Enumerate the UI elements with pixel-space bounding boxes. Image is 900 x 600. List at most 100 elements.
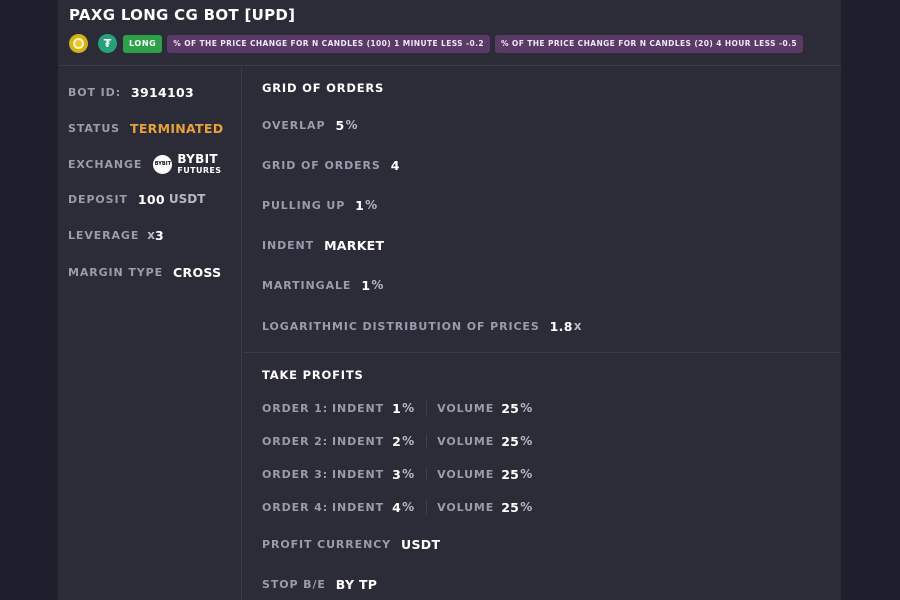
order-volume-label: VOLUME (437, 401, 495, 415)
order-indent-unit: % (402, 467, 415, 481)
take-profit-row: ORDER 2: INDENT 2 % VOLUME 25 % (262, 431, 532, 451)
order-indent-unit: % (402, 434, 415, 448)
leverage-row: LEVERAGE x 3 (68, 225, 164, 245)
order-indent-label: INDENT (332, 434, 385, 448)
usdt-coin-icon: ₮ (98, 34, 117, 53)
page-margin-right (841, 0, 900, 600)
order-label: ORDER 4: (262, 500, 329, 514)
order-separator (426, 434, 428, 448)
order-volume-value: 25 (501, 466, 520, 482)
stop-be-value: BY TP (335, 576, 378, 592)
log-distribution-label: LOGARITHMIC DISTRIBUTION OF PRICES (262, 319, 540, 333)
order-indent-unit: % (402, 500, 415, 514)
bot-id-label: BOT ID: (68, 85, 121, 99)
bot-tags: ₮ LONG % OF THE PRICE CHANGE FOR N CANDL… (69, 34, 803, 53)
status-label: STATUS (68, 121, 120, 135)
grid-orders-value: 4 (390, 157, 400, 173)
overlap-label: OVERLAP (262, 118, 326, 132)
condition-badge: % OF THE PRICE CHANGE FOR N CANDLES (100… (167, 34, 490, 53)
order-indent-label: INDENT (332, 401, 385, 415)
profit-currency-row: PROFIT CURRENCY USDT (262, 534, 440, 554)
pulling-up-row: PULLING UP 1 % (262, 195, 377, 215)
exchange-market-text: FUTURES (177, 166, 222, 175)
status-value: TERMINATED (130, 120, 224, 136)
take-profits-title: TAKE PROFITS (262, 368, 364, 382)
leverage-label: LEVERAGE (68, 228, 140, 242)
order-label: ORDER 2: (262, 434, 329, 448)
profit-currency-label: PROFIT CURRENCY (262, 537, 392, 551)
paxg-coin-icon (69, 34, 88, 53)
bot-id-row: BOT ID: 3914103 (68, 82, 194, 102)
order-volume-unit: % (520, 500, 533, 514)
order-volume-unit: % (520, 401, 533, 415)
martingale-row: MARTINGALE 1 % (262, 275, 383, 295)
order-indent-value: 1 (392, 400, 402, 416)
deposit-row: DEPOSIT 100 USDT (68, 189, 205, 209)
log-distribution-value: 1.8 (549, 318, 573, 334)
exchange-name: BYBIT FUTURES (177, 153, 221, 175)
margin-type-label: MARGIN TYPE (68, 265, 164, 279)
direction-badge: LONG (123, 34, 163, 53)
order-indent-value: 2 (392, 433, 402, 449)
order-indent-value: 3 (392, 466, 402, 482)
order-volume-label: VOLUME (437, 467, 495, 481)
order-indent-label: INDENT (332, 467, 385, 481)
settings-panel: GRID OF ORDERS OVERLAP 5 % GRID OF ORDER… (243, 67, 841, 600)
page-margin-left (0, 0, 58, 600)
order-volume-unit: % (520, 434, 533, 448)
martingale-value: 1 (361, 277, 371, 293)
martingale-unit: % (371, 278, 384, 292)
order-volume-unit: % (520, 467, 533, 481)
profit-currency-value: USDT (401, 536, 441, 552)
log-distribution-row: LOGARITHMIC DISTRIBUTION OF PRICES 1.8 x (262, 316, 581, 336)
bot-id-value: 3914103 (131, 84, 194, 100)
take-profit-row: ORDER 3: INDENT 3 % VOLUME 25 % (262, 464, 532, 484)
order-volume-label: VOLUME (437, 434, 495, 448)
pulling-up-label: PULLING UP (262, 198, 346, 212)
order-separator (426, 467, 428, 481)
exchange-label: EXCHANGE (68, 157, 143, 171)
deposit-unit: USDT (168, 192, 206, 206)
pulling-up-unit: % (365, 198, 378, 212)
exchange-name-text: BYBIT (177, 152, 218, 166)
log-distribution-unit: x (573, 319, 582, 333)
take-profit-row: ORDER 4: INDENT 4 % VOLUME 25 % (262, 497, 532, 517)
leverage-prefix: x (147, 228, 156, 242)
margin-type-row: MARGIN TYPE CROSS (68, 262, 221, 282)
grid-section-title: GRID OF ORDERS (262, 81, 385, 95)
bot-title: PAXG LONG CG BOT [UPD] (69, 6, 296, 24)
martingale-label: MARTINGALE (262, 278, 352, 292)
deposit-value: 100 (137, 191, 165, 207)
take-profit-row: ORDER 1: INDENT 1 % VOLUME 25 % (262, 398, 532, 418)
bybit-logo-icon: BYBIT (153, 154, 173, 174)
stop-be-row: STOP B/E BY TP (262, 574, 377, 594)
deposit-label: DEPOSIT (68, 192, 128, 206)
bot-info-panel: BOT ID: 3914103 STATUS TERMINATED EXCHAN… (58, 67, 242, 600)
overlap-value: 5 (335, 117, 345, 133)
exchange-row: EXCHANGE BYBIT BYBIT FUTURES (68, 153, 221, 175)
overlap-unit: % (345, 118, 358, 132)
grid-orders-row: GRID OF ORDERS 4 (262, 155, 400, 175)
order-indent-unit: % (402, 401, 415, 415)
order-volume-value: 25 (501, 499, 520, 515)
indent-label: INDENT (262, 238, 315, 252)
order-volume-value: 25 (501, 400, 520, 416)
order-indent-value: 4 (392, 499, 402, 515)
section-divider (243, 352, 841, 353)
overlap-row: OVERLAP 5 % (262, 115, 357, 135)
margin-type-value: CROSS (173, 264, 222, 280)
pulling-up-value: 1 (355, 197, 365, 213)
order-separator (426, 500, 428, 514)
bot-card: PAXG LONG CG BOT [UPD] ₮ LONG % OF THE P… (58, 0, 841, 600)
stop-be-label: STOP B/E (262, 577, 326, 591)
order-volume-label: VOLUME (437, 500, 495, 514)
status-row: STATUS TERMINATED (68, 118, 223, 138)
indent-row: INDENT MARKET (262, 235, 384, 255)
condition-badge: % OF THE PRICE CHANGE FOR N CANDLES (20)… (495, 34, 803, 53)
grid-orders-label: GRID OF ORDERS (262, 158, 381, 172)
order-indent-label: INDENT (332, 500, 385, 514)
order-separator (426, 401, 428, 415)
order-label: ORDER 1: (262, 401, 329, 415)
indent-value: MARKET (324, 237, 385, 253)
order-volume-value: 25 (501, 433, 520, 449)
